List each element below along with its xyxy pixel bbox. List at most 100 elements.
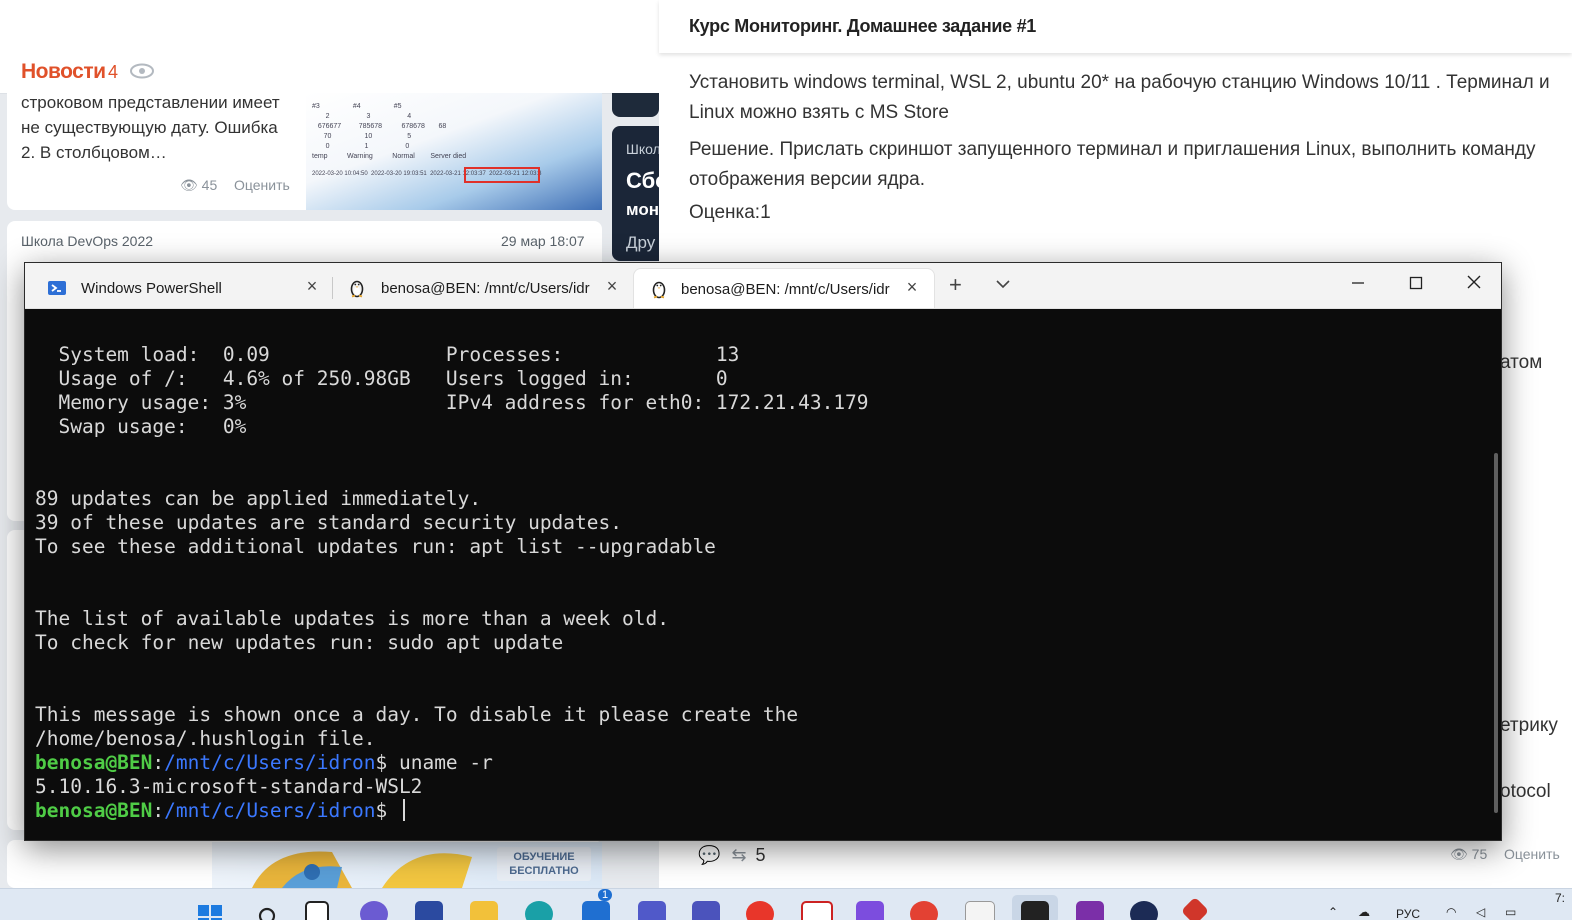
maximize-icon[interactable] <box>1396 269 1436 299</box>
free-course-badge: ОБУЧЕНИЕ БЕСПЛАТНО <box>497 847 591 881</box>
rate-link[interactable]: Оценить <box>1504 846 1560 862</box>
tab-label: Windows PowerShell <box>81 280 222 297</box>
volume-icon[interactable]: ◁ <box>1476 905 1485 919</box>
teams-work-icon[interactable] <box>692 901 720 920</box>
prompt-path: /mnt/c/Users/idron <box>164 799 376 822</box>
chrome-icon[interactable] <box>910 901 938 920</box>
battery-icon[interactable]: ▭ <box>1505 905 1516 919</box>
clock[interactable]: 7: <box>1555 891 1565 905</box>
close-tab-icon[interactable]: × <box>303 277 321 295</box>
views-count: 75 <box>1471 846 1488 862</box>
minimize-icon[interactable] <box>1338 269 1378 299</box>
terminal-line: /home/benosa/.hushlogin file. <box>35 727 376 750</box>
prompt-sign: $ <box>375 751 388 774</box>
thumb-table-row: temp Warning Normal Server died <box>312 153 467 160</box>
teams-icon[interactable] <box>638 901 666 920</box>
eye-icon[interactable] <box>130 63 154 81</box>
prompt-sign: $ <box>375 799 388 822</box>
search-icon[interactable] <box>254 901 282 920</box>
thumb-table-row: 676677 785678 678678 68 <box>312 123 447 130</box>
text-cursor <box>402 799 405 821</box>
terminal-line: The list of available updates is more th… <box>35 607 669 630</box>
tab-label: benosa@BEN: /mnt/c/Users/idr <box>381 280 590 297</box>
cloud-icon[interactable]: ☁ <box>1358 905 1370 919</box>
terminal-line: System load: 0.09 Processes: 13 <box>35 343 740 366</box>
terminal-line: Memory usage: 3% IPv4 address for eth0: … <box>35 391 869 414</box>
yandex-browser-icon[interactable] <box>746 901 774 920</box>
command-output: 5.10.16.3-microsoft-standard-WSL2 <box>35 775 423 798</box>
thumb-table-row: 0 1 0 <box>312 143 410 150</box>
git-icon[interactable] <box>1180 896 1210 920</box>
terminal-line: 39 of these updates are standard securit… <box>35 511 622 534</box>
task-view-icon[interactable] <box>305 901 329 920</box>
thumb-table-row: #3 #4 #5 <box>312 103 402 110</box>
windows-terminal-window[interactable]: Windows PowerShell × benosa@BEN: /mnt/c/… <box>24 262 1502 841</box>
terminal-output[interactable]: System load: 0.09 Processes: 13 Usage of… <box>35 343 869 823</box>
text-fragment: otocol <box>1500 781 1551 802</box>
terminal-line: This message is shown once a day. To dis… <box>35 703 799 726</box>
thumb-highlight-box <box>464 167 540 183</box>
eye-icon: 👁 <box>180 177 198 193</box>
views-counter: 👁 75 <box>1450 846 1487 863</box>
views-count: 45 <box>201 177 218 193</box>
news-card-thumbnail[interactable]: #3 #4 #5 2 3 4 676677 785678 678678 68 7… <box>306 93 602 210</box>
terminal-icon[interactable] <box>1021 901 1049 920</box>
thumb-table-row: 70 10 5 <box>312 133 412 140</box>
terminal-line: Usage of /: 4.6% of 250.98GB Users logge… <box>35 367 728 390</box>
grade-text: Оценка:1 <box>689 202 771 223</box>
repost-icon[interactable]: ⇆ <box>731 845 746 865</box>
solution-description: Решение. Прислать скриншот запущенного т… <box>689 139 1536 190</box>
prompt-user: benosa@BEN <box>35 799 153 822</box>
command-line: benosa@BEN:/mnt/c/Users/idron$ uname -r <box>35 751 493 774</box>
edge-browser-icon[interactable] <box>525 901 553 920</box>
news-count: 4 <box>108 62 119 82</box>
app-icon[interactable] <box>856 901 884 920</box>
close-icon[interactable] <box>1454 269 1494 299</box>
news-card-strip <box>612 93 659 117</box>
start-icon[interactable] <box>196 901 224 920</box>
terminal-scrollbar[interactable] <box>1494 453 1498 813</box>
news-card-source[interactable]: Школа DevOps 2022 <box>21 233 153 249</box>
news-card-date: 29 мар 18:07 <box>501 233 585 249</box>
eye-icon: 👁 <box>1450 846 1468 862</box>
chat-icon[interactable] <box>360 901 388 920</box>
new-tab-icon[interactable]: + <box>949 274 962 296</box>
prompt-path: /mnt/c/Users/idron <box>164 751 376 774</box>
comment-icon[interactable]: 💬 <box>698 845 720 865</box>
notification-badge: 1 <box>598 889 613 901</box>
app-icon[interactable] <box>415 901 443 920</box>
file-explorer-icon[interactable] <box>470 901 498 920</box>
powershell-icon <box>47 278 67 298</box>
chevron-up-icon[interactable]: ⌃ <box>1328 905 1338 919</box>
prompt-user: benosa@BEN <box>35 751 153 774</box>
chevron-down-icon[interactable] <box>995 276 1011 292</box>
linux-penguin-icon <box>649 279 669 299</box>
app-icon[interactable] <box>801 901 833 920</box>
terminal-line: 89 updates can be applied immediately. <box>35 487 482 510</box>
text-fragment: етрику <box>1500 715 1558 736</box>
tab-label: benosa@BEN: /mnt/c/Users/idr <box>681 281 890 298</box>
windows-taskbar: 1 ⌃ ☁ РУС ◠ ◁ ▭ 7: <box>0 888 1572 920</box>
close-tab-icon[interactable]: × <box>603 277 621 295</box>
store-icon[interactable] <box>582 901 610 920</box>
tab-powershell[interactable]: Windows PowerShell × <box>25 268 325 308</box>
homework-title: Курс Мониторинг. Домашнее задание #1 <box>689 16 1037 36</box>
tab-ubuntu-1[interactable]: benosa@BEN: /mnt/c/Users/idr × <box>325 268 625 308</box>
terminal-line: To see these additional updates run: apt… <box>35 535 716 558</box>
news-title[interactable]: Новости <box>21 60 106 84</box>
repost-count: 5 <box>755 845 766 865</box>
app-icon[interactable] <box>1130 901 1158 920</box>
notepad-icon[interactable] <box>965 901 995 920</box>
language-indicator[interactable]: РУС <box>1396 907 1420 920</box>
close-tab-icon[interactable]: × <box>903 278 921 296</box>
tab-ubuntu-2-active[interactable]: benosa@BEN: /mnt/c/Users/idr × <box>633 268 935 308</box>
rate-link[interactable]: Оценить <box>234 177 290 193</box>
wifi-icon[interactable]: ◠ <box>1446 905 1456 919</box>
onenote-icon[interactable] <box>1076 901 1104 920</box>
terminal-line: To check for new updates run: sudo apt u… <box>35 631 564 654</box>
